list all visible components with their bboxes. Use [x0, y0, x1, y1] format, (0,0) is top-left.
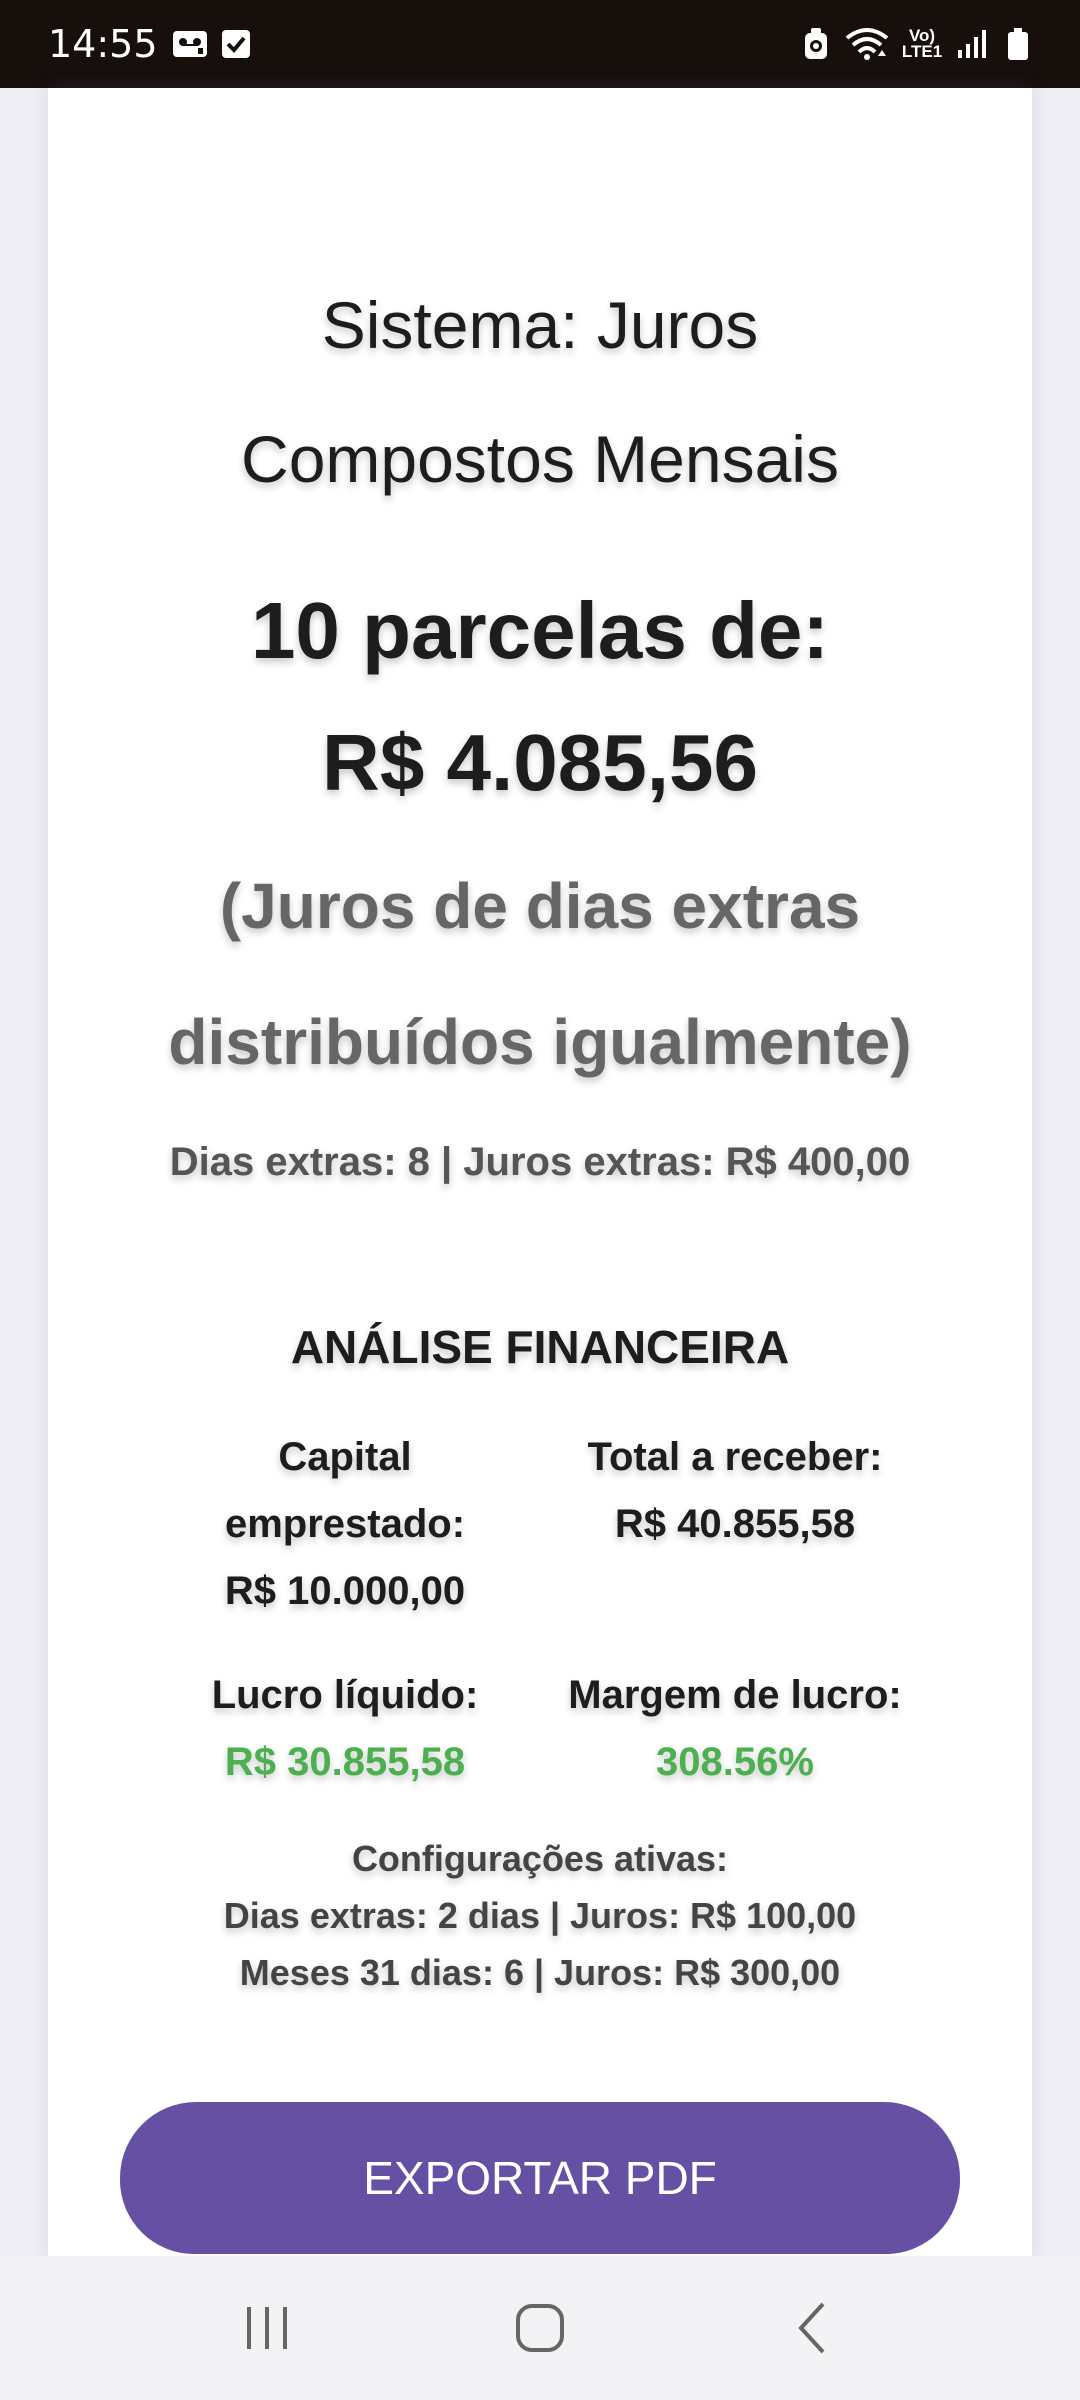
home-icon[interactable] [500, 2288, 580, 2368]
extra-interest-note-line-1: (Juros de dias extras [219, 870, 861, 942]
profit-value: R$ 30.855,58 [224, 1740, 466, 1784]
sistema-line-2: Compostos Mensais [241, 422, 839, 496]
voicemail-icon [172, 26, 208, 62]
status-time: 14:55 [48, 22, 158, 66]
export-pdf-button[interactable]: EXPORTAR PDF [120, 2102, 960, 2254]
active-settings: Configurações ativas: Dias extras: 2 dia… [0, 1830, 1080, 2001]
status-bar: 14:55 Vo) LTE1 [0, 0, 1080, 88]
extra-interest-note-line-2: distribuídos igualmente) [168, 1006, 912, 1078]
back-icon[interactable] [773, 2288, 853, 2368]
alarm-icon [798, 26, 834, 62]
active-settings-line-1: Dias extras: 2 dias | Juros: R$ 100,00 [223, 1895, 857, 1936]
system-nav-bar [0, 2256, 1080, 2400]
checkbox-icon [218, 26, 254, 62]
financial-analysis-title: ANÁLISE FINANCEIRA [290, 1321, 790, 1373]
profit-label: Lucro líquido: [211, 1673, 479, 1717]
installments-summary: 10 parcelas de: R$ 4.085,56 [0, 565, 1080, 829]
total-value: R$ 40.855,58 [614, 1502, 856, 1546]
margin-metric: Margem de lucro: 308.56% [540, 1662, 930, 1796]
volte-icon: Vo) LTE1 [901, 26, 943, 61]
sistema-title: Sistema: Juros Compostos Mensais [0, 258, 1080, 526]
installments-count: 10 parcelas de: [250, 586, 830, 675]
extra-interest-note: (Juros de dias extras distribuídos igual… [0, 838, 1080, 1110]
wifi-icon [844, 26, 890, 62]
total-label: Total a receber: [587, 1435, 883, 1479]
capital-label-line-2: emprestado: [224, 1502, 466, 1546]
battery-icon [1000, 26, 1036, 62]
margin-label: Margem de lucro: [568, 1673, 902, 1717]
recent-apps-icon[interactable] [227, 2288, 307, 2368]
extra-days-summary: Dias extras: 8 | Juros extras: R$ 400,00 [169, 1140, 911, 1184]
margin-value: 308.56% [656, 1740, 814, 1784]
status-left-icons [172, 26, 254, 62]
total-metric: Total a receber: R$ 40.855,58 [560, 1424, 910, 1558]
status-right-icons: Vo) LTE1 [798, 26, 1036, 62]
active-settings-line-2: Meses 31 dias: 6 | Juros: R$ 300,00 [239, 1952, 841, 1993]
signal-icon [954, 26, 990, 62]
capital-label-line-1: Capital [278, 1435, 412, 1479]
active-settings-title: Configurações ativas: [351, 1838, 729, 1879]
sistema-line-1: Sistema: Juros [321, 288, 759, 362]
profit-metric: Lucro líquido: R$ 30.855,58 [190, 1662, 500, 1796]
capital-value: R$ 10.000,00 [224, 1569, 466, 1613]
installment-value: R$ 4.085,56 [322, 718, 758, 807]
capital-metric: Capital emprestado: R$ 10.000,00 [190, 1424, 500, 1625]
